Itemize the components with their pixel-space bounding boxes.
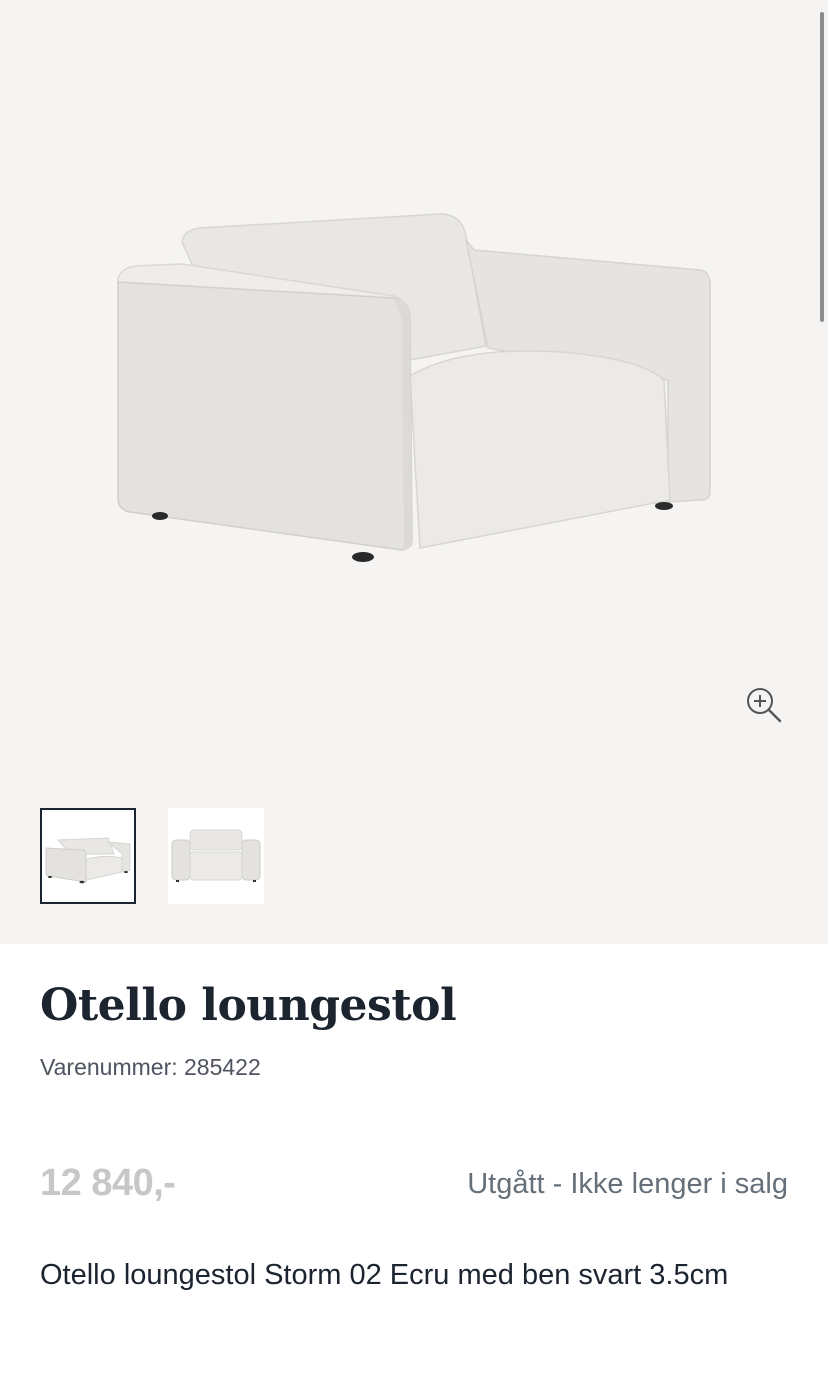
thumbnail-2[interactable]	[168, 808, 264, 904]
availability-status: Utgått - Ikke lenger i salg	[467, 1168, 788, 1200]
thumbnail-1[interactable]	[40, 808, 136, 904]
sku-row: Varenummer: 285422	[40, 1054, 261, 1081]
product-info: Otello loungestol Varenummer: 285422 12 …	[0, 944, 828, 1388]
product-price: 12 840,-	[40, 1162, 176, 1204]
product-title: Otello loungestol	[40, 980, 457, 1031]
scrollbar[interactable]	[820, 12, 824, 322]
sku-value: 285422	[184, 1054, 261, 1080]
zoom-button[interactable]	[742, 683, 786, 727]
product-gallery	[0, 0, 828, 944]
product-image[interactable]	[0, 0, 828, 780]
sku-label: Varenummer:	[40, 1054, 178, 1080]
thumbnail-image	[171, 829, 261, 882]
product-description: Otello loungestol Storm 02 Ecru med ben …	[40, 1259, 729, 1291]
thumbnail-image	[45, 837, 131, 884]
zoom-in-icon	[747, 688, 782, 723]
